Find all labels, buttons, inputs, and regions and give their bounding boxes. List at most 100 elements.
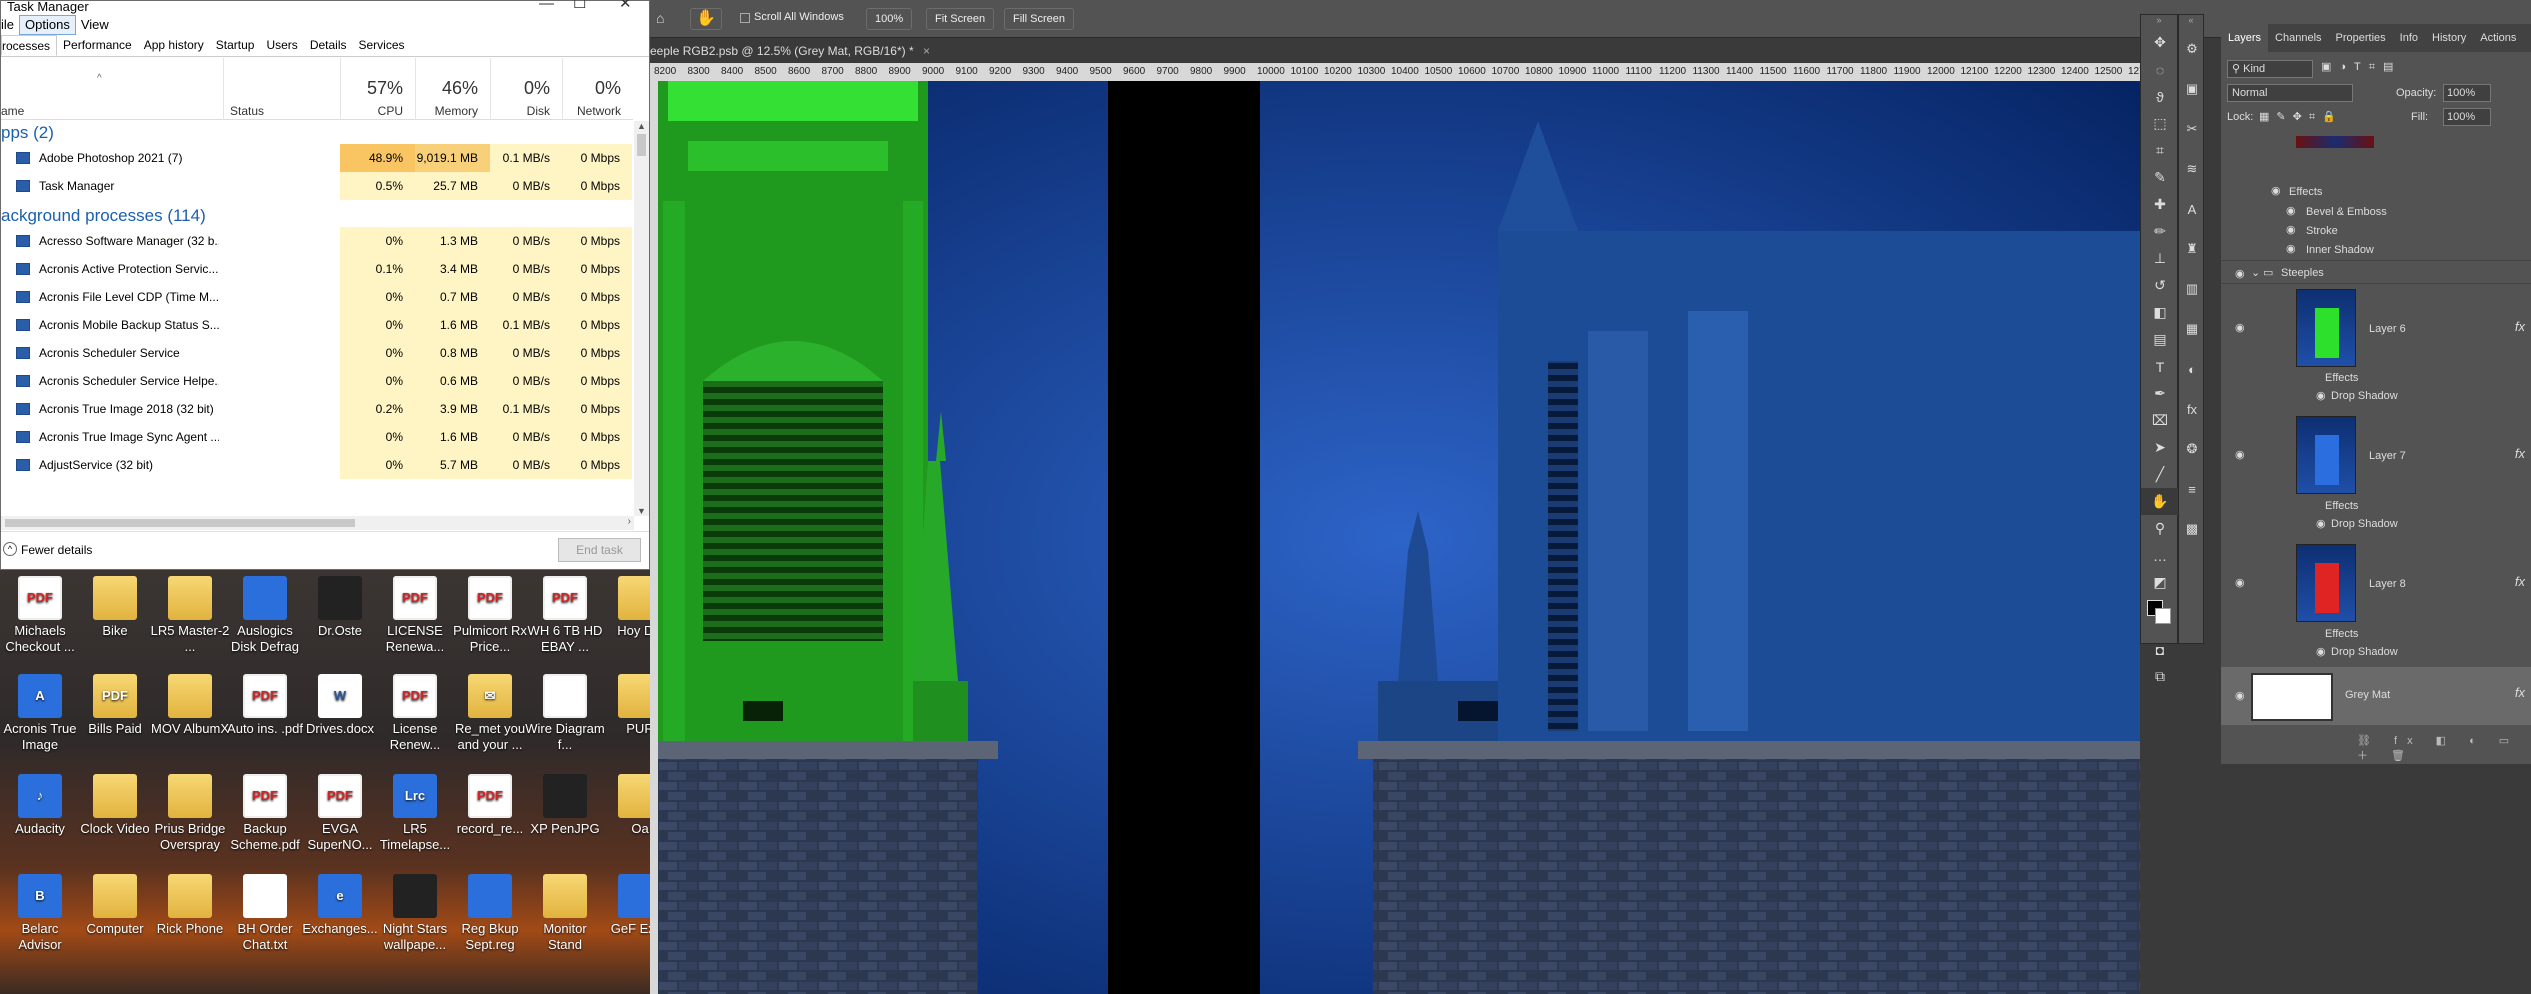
desktop-icon[interactable]: Night Stars wallpape... xyxy=(375,870,455,966)
desktop-icon[interactable]: Wire Diagram f... xyxy=(525,670,605,766)
color-swatches[interactable] xyxy=(2141,596,2177,636)
col-name[interactable]: ame xyxy=(1,104,24,118)
tab-channels[interactable]: Channels xyxy=(2268,24,2328,52)
hand-tool-icon[interactable]: ✋ xyxy=(690,8,722,30)
fill-screen-button[interactable]: Fill Screen xyxy=(1004,8,1074,30)
desktop-icon[interactable]: PDF Bills Paid xyxy=(75,670,155,766)
tab-details[interactable]: Details xyxy=(304,35,353,56)
patterns-icon[interactable]: ▦ xyxy=(2179,309,2205,349)
opacity-input[interactable]: 100% xyxy=(2443,84,2491,102)
eye-icon[interactable]: ◉ xyxy=(2235,321,2245,334)
fx-icon[interactable]: fx xyxy=(2515,574,2525,589)
pen-tool-icon[interactable]: ✒ xyxy=(2141,380,2179,407)
layer-row-8[interactable]: ◉ Layer 8 fx xyxy=(2221,542,2531,626)
effects-row[interactable]: ◉ Effects xyxy=(2221,184,2531,202)
tab-properties[interactable]: Properties xyxy=(2329,24,2393,52)
eye-icon[interactable]: ◉ xyxy=(2271,184,2281,197)
desktop-icon[interactable]: Computer xyxy=(75,870,155,966)
navigator-icon[interactable]: ▣ xyxy=(2179,69,2205,109)
fx-icon[interactable]: fx xyxy=(2515,319,2525,334)
process-row[interactable]: Acronis Scheduler Service Helpe... 0% 0.6 … xyxy=(1,367,633,395)
brush-preset-icon[interactable]: ≋ xyxy=(2179,149,2205,189)
eye-icon[interactable]: ◉ xyxy=(2316,645,2326,658)
layer7-effects[interactable]: Effects xyxy=(2221,499,2531,515)
tab-performance[interactable]: Performance xyxy=(57,35,138,56)
layer7-drop-shadow[interactable]: ◉ Drop Shadow xyxy=(2221,517,2531,533)
blend-mode-select[interactable]: Normal xyxy=(2227,84,2353,102)
desktop-icon[interactable]: Reg Bkup Sept.reg xyxy=(450,870,530,966)
gradients-icon[interactable]: ▥ xyxy=(2179,269,2205,309)
process-row[interactable]: Adobe Photoshop 2021 (7) 48.9% 9,019.1 MB 0… xyxy=(1,144,633,172)
fit-screen-button[interactable]: Fit Screen xyxy=(926,8,995,30)
eraser-icon[interactable]: ◧ xyxy=(2141,299,2179,326)
menu-options[interactable]: Options xyxy=(19,15,76,35)
process-row[interactable]: Acronis Mobile Backup Status S... 0% 1.6 M… xyxy=(1,311,633,339)
layer8-drop-shadow[interactable]: ◉ Drop Shadow xyxy=(2221,645,2531,661)
vertical-scrollbar[interactable]: ▲ ▼ xyxy=(634,121,649,516)
desktop-icon[interactable]: XP PenJPG xyxy=(525,770,605,866)
desktop-icon[interactable]: Monitor Stand xyxy=(525,870,605,966)
collapse-chevron-icon[interactable]: ^ xyxy=(3,542,17,556)
process-row[interactable]: AdjustService (32 bit) 0% 5.7 MB 0 MB/s 0 Mb… xyxy=(1,451,633,479)
strip-collapse-icon[interactable]: « xyxy=(2179,15,2203,29)
close-icon[interactable]: ✕ xyxy=(619,0,632,11)
layer-actions-icons[interactable]: ⛓ fx ◧ ◐ ▭ ＋ 🗑 xyxy=(2357,734,2531,763)
col-status-cell[interactable]: Status xyxy=(223,58,340,120)
line-tool-icon[interactable]: ╱ xyxy=(2141,461,2179,488)
minimize-icon[interactable]: — xyxy=(539,0,554,11)
document-tab[interactable]: eeple RGB2.psb @ 12.5% (Grey Mat, RGB/16… xyxy=(650,39,2140,63)
tab-processes[interactable]: rocesses xyxy=(1,35,58,56)
tab-services[interactable]: Services xyxy=(353,35,411,56)
col-memory[interactable]: 46% Memory xyxy=(415,58,490,120)
tools-collapse-icon[interactable]: » xyxy=(2141,15,2177,29)
desktop-icon[interactable]: PDF Pulmicort Rx Price... xyxy=(450,572,530,668)
layer-row-6[interactable]: ◉ Layer 6 fx xyxy=(2221,287,2531,371)
eye-icon[interactable]: ◉ xyxy=(2316,389,2326,402)
fx-icon[interactable]: fx xyxy=(2515,685,2525,700)
history-brush-icon[interactable]: ↺ xyxy=(2141,272,2179,299)
process-row[interactable]: Acronis True Image Sync Agent ... 0% 1.6 M… xyxy=(1,423,633,451)
desktop-icon[interactable]: PDF LICENSE Renewa... xyxy=(375,572,455,668)
gradient-tool-icon[interactable]: ▤ xyxy=(2141,326,2179,353)
home-icon[interactable]: ⌂ xyxy=(656,10,664,26)
lasso-tool-icon[interactable]: ϑ xyxy=(2141,83,2179,110)
group-row-steeples[interactable]: ◉ ⌄ ▭ Steeples xyxy=(2221,260,2531,284)
layer6-effects[interactable]: Effects xyxy=(2221,371,2531,387)
path-select-icon[interactable]: ➤ xyxy=(2141,434,2179,461)
sort-chevron-icon[interactable]: ^ xyxy=(97,73,102,84)
marquee-tool-icon[interactable]: ◌ xyxy=(2141,56,2179,83)
col-disk[interactable]: 0% Disk xyxy=(490,58,562,120)
process-row[interactable]: Acronis Scheduler Service 0% 0.8 MB 0 MB/s 0… xyxy=(1,339,633,367)
eye-icon[interactable]: ◉ xyxy=(2316,517,2326,530)
desktop-icon[interactable]: PDF record_re... xyxy=(450,770,530,866)
adjust-icon[interactable]: ⚙ xyxy=(2179,29,2205,69)
scroll-up-icon[interactable]: ▲ xyxy=(634,121,649,131)
process-row[interactable]: Acresso Software Manager (32 b... 0% 1.3 M… xyxy=(1,227,633,255)
tab-actions[interactable]: Actions xyxy=(2473,24,2523,52)
desktop-icon[interactable]: GeF Expe xyxy=(600,870,650,966)
hand-tool-icon[interactable]: ✋ xyxy=(2141,488,2179,515)
scroll-down-icon[interactable]: ▼ xyxy=(634,506,649,516)
type-tool-icon[interactable]: T xyxy=(2141,353,2179,380)
background-color[interactable] xyxy=(2155,608,2171,624)
desktop-icon[interactable]: Bike xyxy=(75,572,155,668)
fewer-details-link[interactable]: Fewer details xyxy=(21,543,92,557)
tools-preset-icon[interactable]: ✂ xyxy=(2179,109,2205,149)
process-row[interactable]: Acronis File Level CDP (Time M... 0% 0.7 M… xyxy=(1,283,633,311)
desktop-icon[interactable]: Dr.Oste xyxy=(300,572,380,668)
desktop-icon[interactable]: LR5 Master-2 ... xyxy=(150,572,230,668)
desktop-icon[interactable]: PDF Michaels Checkout ... xyxy=(0,572,80,668)
menu-file[interactable]: ile xyxy=(1,14,19,35)
col-network[interactable]: 0% Network xyxy=(562,58,633,120)
eye-icon[interactable]: ◉ xyxy=(2286,242,2296,255)
desktop-icon[interactable]: ✉ Re_met you and your ... xyxy=(450,670,530,766)
desktop-icon[interactable]: PDF WH 6 TB HD EBAY ... xyxy=(525,572,605,668)
end-task-button[interactable]: End task xyxy=(558,538,641,562)
apps-group-header[interactable]: pps (2) xyxy=(1,121,633,144)
desktop-icon[interactable]: Clock Video xyxy=(75,770,155,866)
desktop-icon[interactable]: PDF Backup Scheme.pdf xyxy=(225,770,305,866)
styles-icon[interactable]: fx xyxy=(2179,389,2205,429)
tm-titlebar[interactable]: Task Manager — ☐ ✕ xyxy=(1,0,649,14)
background-group-header[interactable]: ackground processes (114) xyxy=(1,204,633,227)
tab-layers[interactable]: Layers xyxy=(2221,24,2269,52)
